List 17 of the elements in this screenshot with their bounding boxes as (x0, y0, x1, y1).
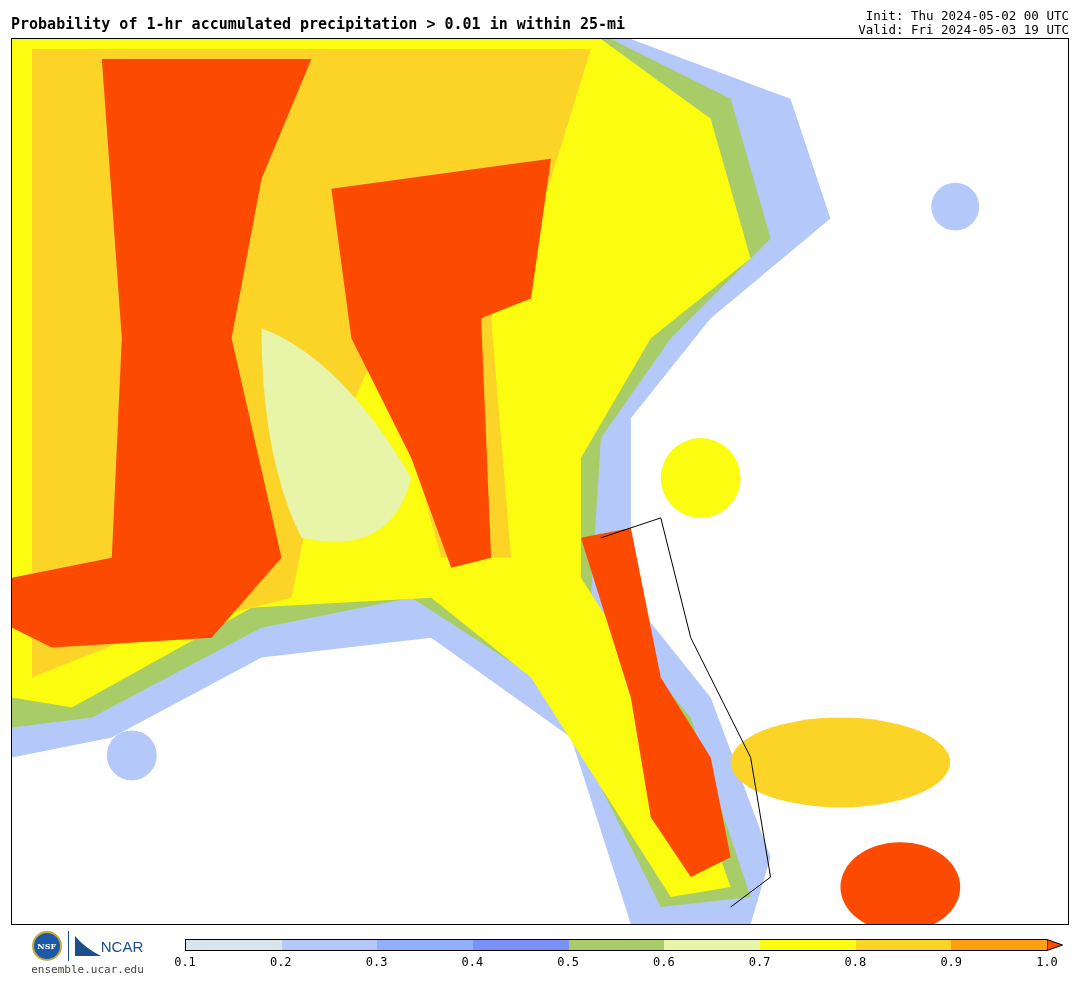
valid-time: Valid: Fri 2024-05-03 19 UTC (858, 23, 1069, 37)
colorbar-tick-label: 0.1 (174, 955, 196, 969)
colorbar-tick-label: 0.7 (748, 955, 771, 969)
init-time: Init: Thu 2024-05-02 00 UTC (865, 9, 1069, 23)
colorbar-tick-label: 1.0 (1036, 955, 1058, 969)
colorbar-tick-label: 0.8 (844, 955, 867, 969)
nsf-logo: NSF (31, 931, 62, 961)
colorbar-tick-label: 0.4 (461, 955, 484, 969)
ncar-logo: NCAR (100, 937, 144, 955)
colorbar-tick-label: 0.5 (557, 955, 579, 969)
colorbar-tick-label: 0.6 (653, 955, 675, 969)
wave-logo-icon (74, 936, 101, 956)
chart-title: Probability of 1-hr accumulated precipitation > 0.01 in within 25-mi (11, 15, 626, 35)
website-url: ensemble.ucar.edu (31, 963, 144, 976)
colorbar-tick-label: 0.2 (269, 955, 292, 969)
colorbar-tick-label: 0.9 (940, 955, 963, 969)
colorbar-tick-label: 0.3 (365, 955, 388, 969)
